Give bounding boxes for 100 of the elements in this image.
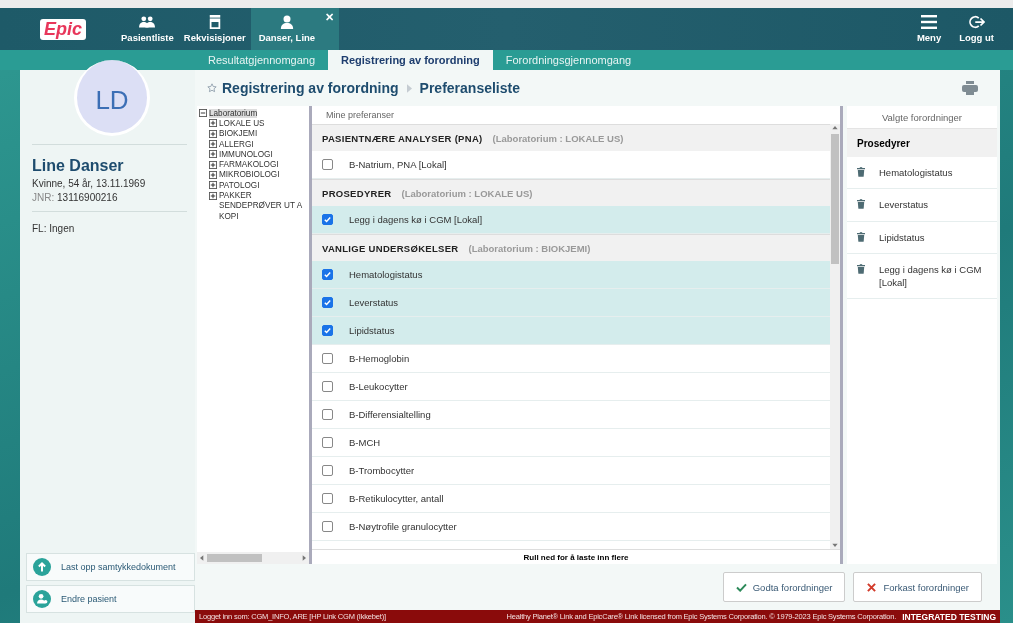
tree-item[interactable]: SENDEPRØVER UT A [219, 201, 303, 211]
preference-label: B-Nøytrofile granulocytter [349, 521, 457, 532]
tree-item[interactable]: FARMAKOLOGI [219, 160, 279, 170]
person-icon [33, 590, 51, 608]
preference-label: B-Retikulocytter, antall [349, 493, 444, 504]
breadcrumb-item[interactable]: Preferanseliste [419, 80, 520, 96]
tree-item[interactable]: ALLERGI [219, 139, 254, 149]
checkbox[interactable] [322, 493, 333, 504]
checkbox[interactable] [322, 297, 333, 308]
preference-row[interactable]: B-Hemoglobin [312, 345, 830, 373]
checkbox[interactable] [322, 409, 333, 420]
trash-icon[interactable] [857, 199, 865, 210]
sidebar-action[interactable]: Last opp samtykkedokument [26, 553, 195, 581]
section-title: VANLIGE UNDERSØKELSER [322, 242, 459, 254]
checkbox[interactable] [322, 437, 333, 448]
vertical-scrollbar[interactable] [830, 124, 840, 549]
scroll-up-icon[interactable] [831, 124, 839, 132]
preference-row[interactable]: B-MCH [312, 429, 830, 457]
order-item: Lipidstatus [879, 230, 925, 244]
close-button[interactable]: ✕ [325, 11, 335, 24]
preference-row[interactable]: B-Differensialtelling [312, 401, 830, 429]
preference-row[interactable]: Lipidstatus [312, 317, 830, 345]
preference-label: Leverstatus [349, 297, 399, 308]
order-item: Legg i dagens kø i CGM [Lokal] [879, 262, 983, 290]
star-icon[interactable] [207, 83, 217, 93]
fl-info: FL: Ingen [32, 223, 76, 234]
load-more-hint: Rull ned for å laste inn flere [312, 549, 840, 564]
check-icon [735, 582, 747, 592]
preference-row[interactable]: Hematologistatus [312, 261, 830, 289]
preference-label: B-Natrium, PNA [Lokal] [349, 159, 447, 170]
logout-icon [968, 15, 985, 29]
section-source: (Laboratorium : LOKALE US) [492, 132, 624, 144]
tab[interactable]: Registrering av forordning [328, 50, 493, 70]
preference-label: B-MCH [349, 437, 381, 448]
sidebar-action[interactable]: Endre pasient [26, 585, 195, 613]
order-item: Hematologistatus [879, 166, 953, 180]
tree-item[interactable]: Laboratorium [209, 108, 258, 118]
chevron-icon [406, 83, 412, 93]
expand-icon[interactable] [209, 150, 217, 159]
tree-item[interactable]: PAKKER [219, 191, 252, 200]
preference-row[interactable]: Legg i dagens kø i CGM [Lokal] [312, 206, 830, 234]
breadcrumb-item[interactable]: Registrering av forordning [222, 80, 399, 96]
checkbox[interactable] [322, 214, 333, 225]
section-title: PROSEDYRER [322, 187, 392, 199]
preference-row[interactable]: Leverstatus [312, 289, 830, 317]
tree-item[interactable]: MIKROBIOLOGI [219, 170, 280, 180]
tree-item[interactable]: LOKALE US [219, 118, 265, 128]
scroll-thumb[interactable] [207, 554, 262, 562]
scroll-thumb[interactable] [831, 134, 839, 264]
expand-icon[interactable] [209, 191, 217, 200]
expand-icon[interactable] [209, 170, 217, 179]
expand-icon[interactable] [209, 129, 217, 138]
id-value: 13116900216 [57, 192, 118, 203]
horizontal-scrollbar[interactable] [197, 552, 309, 564]
tree-item[interactable]: IMMUNOLOGI [219, 149, 273, 159]
expand-icon[interactable] [209, 160, 217, 169]
header-tab[interactable]: Danser, Line ✕ [250, 8, 340, 50]
preference-row[interactable]: B-Nøytrofile granulocytter [312, 513, 830, 541]
menu-icon [921, 15, 937, 29]
checkbox[interactable] [322, 381, 333, 392]
checkbox[interactable] [322, 465, 333, 476]
checkbox[interactable] [322, 325, 333, 336]
preference-label: B-Hemoglobin [349, 353, 410, 364]
header-button[interactable]: Meny [911, 8, 947, 50]
section-title: PASIENTNÆRE ANALYSER (PNA) [322, 132, 483, 144]
preference-label: Hematologistatus [349, 269, 423, 280]
discard-button[interactable]: Forkast forordninger [853, 572, 982, 602]
preference-row[interactable]: B-Leukocytter [312, 373, 830, 401]
header-tab[interactable]: Pasientliste [116, 8, 179, 50]
section-source: (Laboratorium : LOKALE US) [401, 187, 533, 199]
preference-row[interactable]: B-Retikulocytter, antall [312, 485, 830, 513]
trash-icon[interactable] [857, 167, 865, 177]
preference-label: Legg i dagens kø i CGM [Lokal] [349, 214, 483, 225]
expand-icon[interactable] [209, 181, 217, 190]
preference-row[interactable]: B-Trombocytter [312, 457, 830, 485]
checkbox[interactable] [322, 521, 333, 532]
printer-icon[interactable] [962, 81, 978, 95]
collapse-icon[interactable] [199, 109, 207, 118]
tree-item[interactable]: PATOLOGI [219, 180, 260, 190]
id-label: JNR: [32, 192, 55, 203]
scroll-down-icon[interactable] [831, 541, 839, 549]
list-title: Mine preferanser [325, 109, 396, 122]
patient-name: Line Danser [32, 157, 125, 175]
preference-label: B-Leukocytter [349, 381, 408, 392]
tree-item[interactable]: KOPI [219, 211, 239, 221]
header-tab[interactable]: Rekvisisjoner [178, 8, 251, 50]
checkbox[interactable] [322, 159, 333, 170]
checkbox[interactable] [322, 269, 333, 280]
expand-icon[interactable] [209, 140, 217, 149]
trash-icon[interactable] [857, 231, 865, 242]
people-icon [139, 15, 156, 29]
trash-icon[interactable] [857, 263, 865, 274]
epic-logo: Epic [40, 18, 86, 40]
avatar: LD [74, 60, 150, 136]
header-button[interactable]: Logg ut [954, 8, 999, 50]
upload-icon [33, 558, 51, 576]
accept-button[interactable]: Godta forordninger [722, 572, 846, 602]
expand-icon[interactable] [209, 119, 217, 128]
tree-item[interactable]: BIOKJEMI [219, 129, 258, 139]
checkbox[interactable] [322, 353, 333, 364]
